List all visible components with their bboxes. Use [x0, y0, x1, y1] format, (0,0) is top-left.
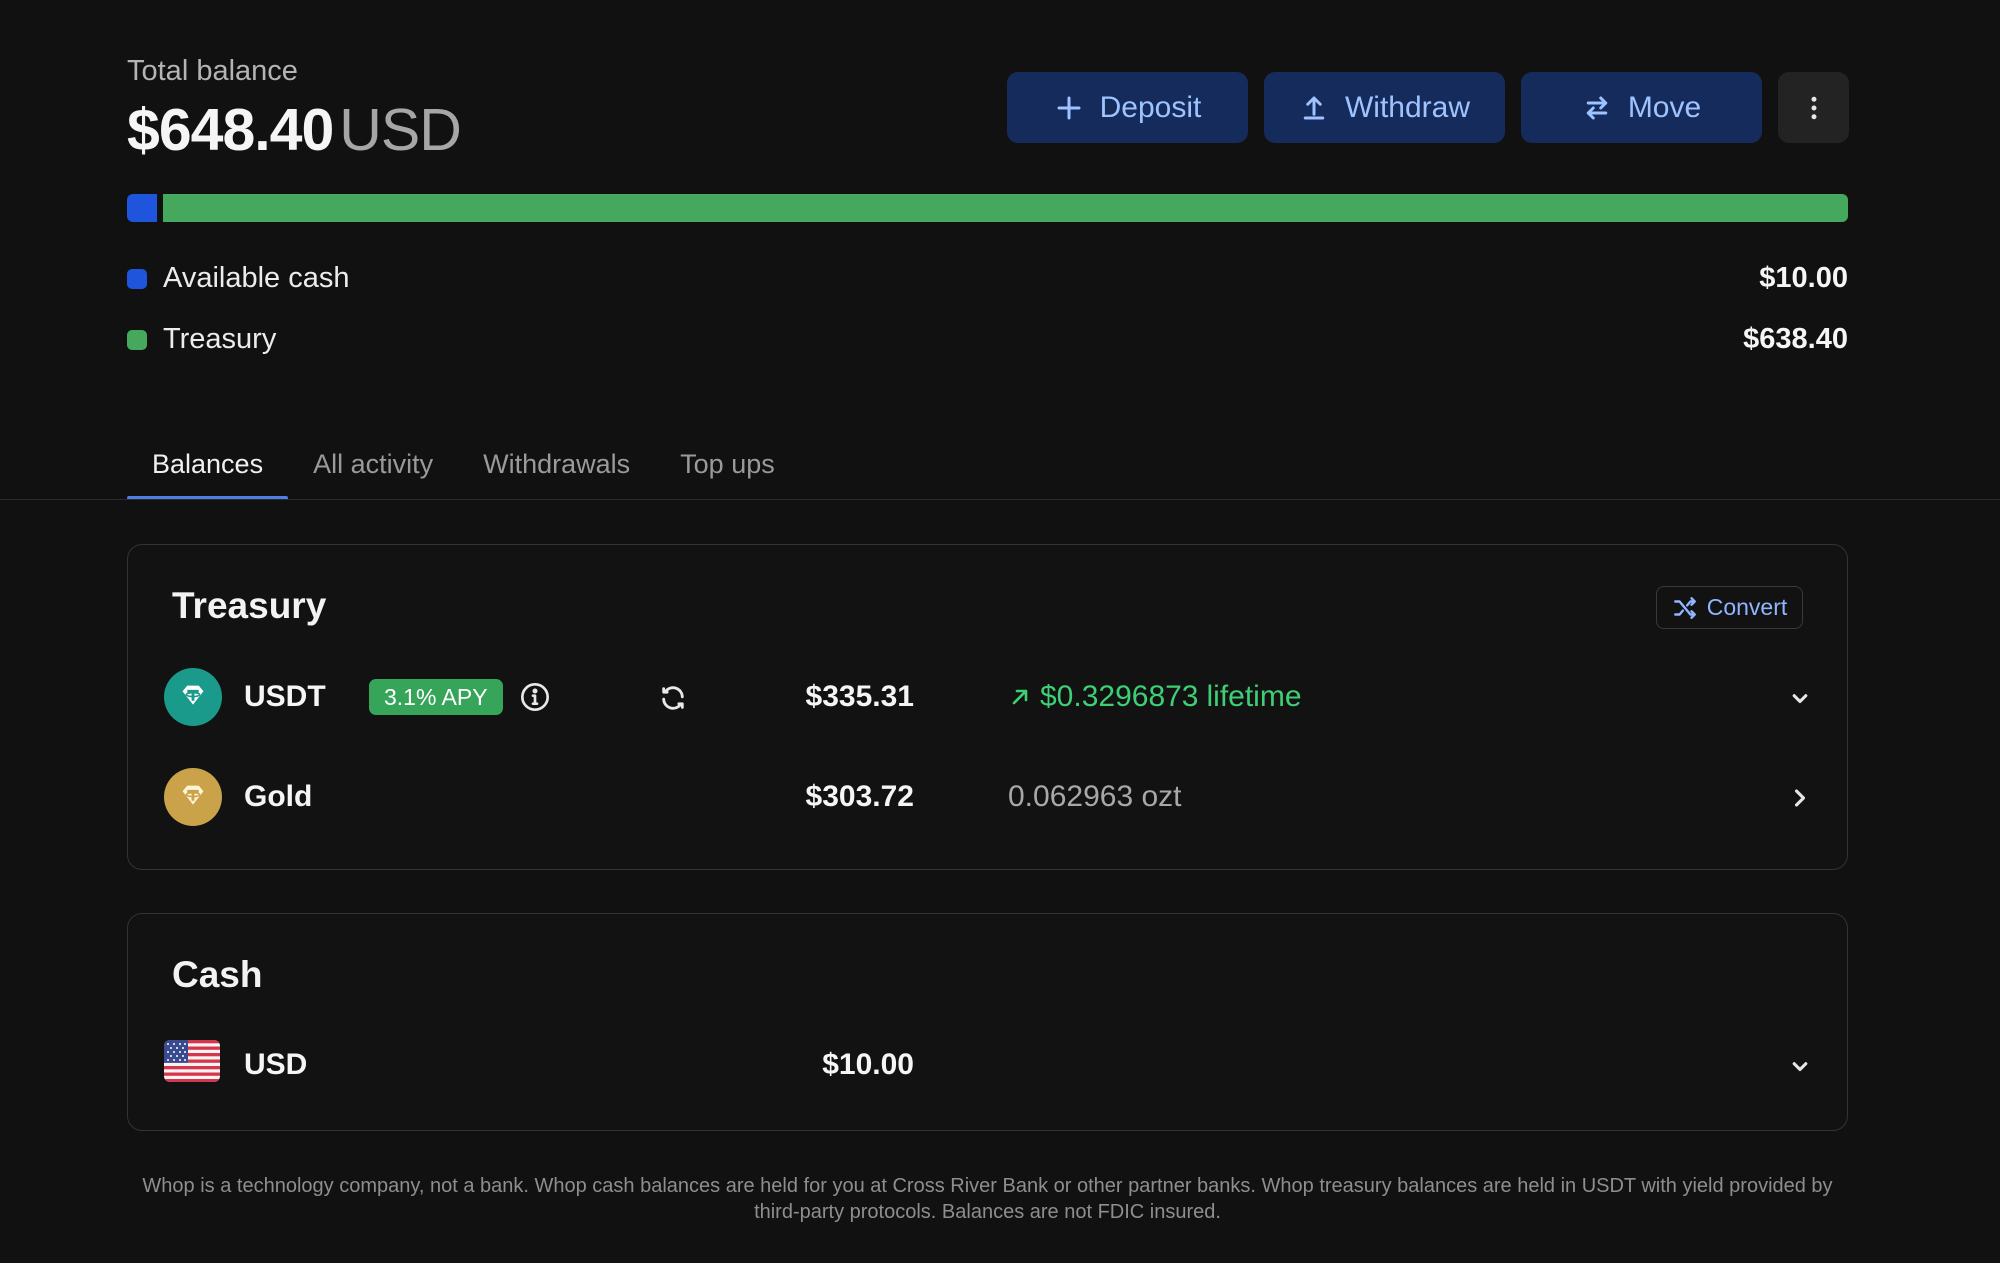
lifetime-yield: $0.3296873 lifetime [1008, 680, 1302, 714]
header-actions: Deposit Withdraw Move [1007, 72, 1849, 143]
convert-label: Convert [1706, 594, 1788, 620]
tabs-divider [0, 499, 2000, 500]
cash-card: Cash USD $10.00 [127, 913, 1848, 1131]
plus-icon [1057, 96, 1081, 119]
allocation-bar [127, 194, 1848, 222]
legend-value: $638.40 [1743, 323, 1848, 355]
asset-name: USDT [244, 680, 326, 713]
cash-card-title: Cash [172, 954, 263, 995]
yield-value: $0.3296873 [1040, 680, 1199, 713]
apy-badge: 3.1% APY [369, 679, 503, 715]
yield-suffix: lifetime [1206, 680, 1302, 713]
deposit-button[interactable]: Deposit [1007, 72, 1248, 143]
us-flag-icon [164, 1040, 220, 1082]
tab-withdrawals[interactable]: Withdrawals [458, 440, 655, 500]
wallet-page: Total balance $648.40 USD Deposit Withdra… [0, 0, 2000, 1263]
asset-row-usdt[interactable]: USDT 3.1% APY $335.31 $0.3296873 lifetim… [164, 668, 1814, 728]
asset-amount: $303.72 [805, 780, 914, 813]
upload-arrow-icon [1303, 96, 1325, 119]
gold-quantity: 0.062963 ozt [1008, 780, 1182, 813]
asset-row-usd[interactable]: USD $10.00 [164, 1036, 1814, 1096]
legend-value: $10.00 [1759, 262, 1848, 294]
treasury-card-title: Treasury [172, 585, 327, 626]
legend-row-treasury: Treasury $638.40 [127, 323, 1848, 356]
legend-label: Available cash [163, 262, 350, 294]
vertical-dots-icon [1811, 96, 1816, 119]
more-options-button[interactable] [1778, 72, 1849, 143]
convert-button[interactable]: Convert [1656, 586, 1803, 629]
deposit-label: Deposit [1099, 90, 1202, 124]
allocation-bar-cash [127, 194, 157, 222]
tab-bar: Balances All activity Withdrawals Top up… [127, 440, 800, 500]
asset-name: Gold [244, 780, 313, 813]
total-balance-amount: $648.40 USD [127, 96, 462, 164]
move-button[interactable]: Move [1521, 72, 1762, 143]
gold-coin-icon [164, 768, 222, 826]
asset-row-gold[interactable]: Gold $303.72 0.062963 ozt [164, 768, 1814, 828]
cash-color-dot [127, 268, 147, 289]
asset-amount: $335.31 [805, 680, 914, 713]
tab-top-ups[interactable]: Top ups [655, 440, 800, 500]
refresh-icon [659, 684, 687, 712]
legend-label: Treasury [163, 323, 277, 355]
tab-balances[interactable]: Balances [127, 440, 289, 500]
tab-all-activity[interactable]: All activity [288, 440, 458, 500]
total-balance-currency: USD [339, 97, 462, 163]
withdraw-button[interactable]: Withdraw [1264, 72, 1505, 143]
swap-arrows-icon [1586, 96, 1608, 119]
chevron-down-icon[interactable] [1786, 1052, 1814, 1080]
chevron-down-icon[interactable] [1786, 684, 1814, 712]
info-icon[interactable] [519, 681, 551, 713]
total-balance-value: $648.40 [127, 97, 334, 163]
treasury-color-dot [127, 329, 147, 350]
allocation-bar-treasury [163, 194, 1848, 222]
asset-amount: $10.00 [822, 1048, 914, 1081]
treasury-card: Treasury Convert USDT 3.1% APY $335.31 $… [127, 544, 1848, 870]
asset-name: USD [244, 1048, 308, 1081]
withdraw-label: Withdraw [1344, 90, 1471, 124]
move-label: Move [1627, 90, 1702, 124]
total-balance-label: Total balance [127, 55, 298, 87]
disclaimer-text: Whop is a technology company, not a bank… [142, 1175, 1833, 1223]
legend-row-available-cash: Available cash $10.00 [127, 262, 1848, 295]
chevron-right-icon[interactable] [1786, 784, 1814, 812]
shuffle-icon [1673, 596, 1696, 619]
usdt-coin-icon [164, 668, 222, 726]
arrow-up-right-icon [1012, 689, 1028, 705]
